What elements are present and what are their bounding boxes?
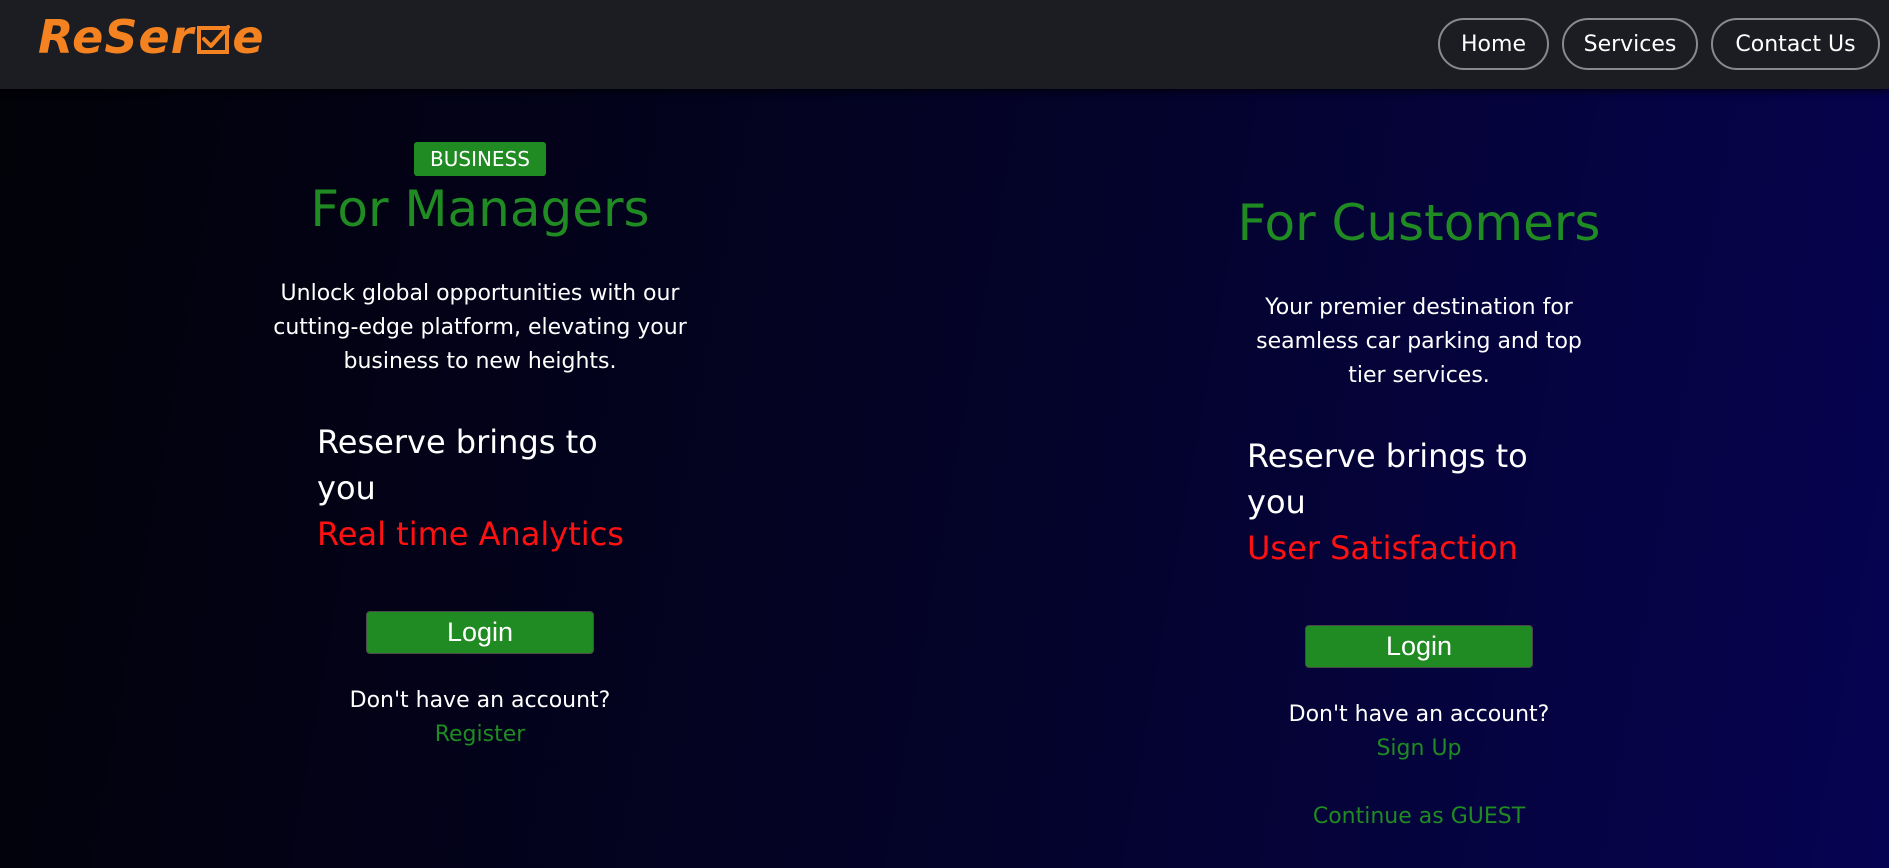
- nav-home-button[interactable]: Home: [1438, 18, 1549, 70]
- logo[interactable]: ReSer e: [38, 14, 265, 60]
- managers-login-button[interactable]: Login: [366, 611, 594, 654]
- nav-contact-button[interactable]: Contact Us: [1711, 18, 1880, 70]
- nav-services-button[interactable]: Services: [1562, 18, 1698, 70]
- managers-panel: BUSINESS For Managers Unlock global oppo…: [180, 142, 780, 752]
- signup-link[interactable]: Sign Up: [1376, 732, 1461, 766]
- customers-no-account-text: Don't have an account?: [1288, 702, 1550, 727]
- managers-description: Unlock global opportunities with our cut…: [273, 281, 687, 374]
- logo-text-start: ReSer: [38, 10, 195, 64]
- customers-description: Your premier destination for seamless ca…: [1256, 295, 1582, 388]
- managers-no-account-text: Don't have an account?: [349, 688, 611, 713]
- customers-login-button[interactable]: Login: [1305, 625, 1533, 668]
- logo-text-end: e: [232, 10, 265, 64]
- managers-title: For Managers: [310, 180, 650, 238]
- customers-highlight: User Satisfaction: [1247, 529, 1518, 567]
- register-link[interactable]: Register: [435, 718, 526, 752]
- customers-title: For Customers: [1237, 194, 1601, 252]
- checkbox-icon: [197, 23, 231, 55]
- managers-highlight: Real time Analytics: [317, 515, 624, 553]
- continue-as-guest-link[interactable]: Continue as GUEST: [1313, 800, 1525, 834]
- customers-brings-text: Reserve brings to you: [1247, 437, 1528, 521]
- managers-brings-text: Reserve brings to you: [317, 423, 598, 507]
- business-badge: BUSINESS: [414, 142, 546, 176]
- navbar: ReSer e Home Services Contact Us: [0, 0, 1889, 89]
- customers-panel: For Customers Your premier destination f…: [1119, 196, 1719, 834]
